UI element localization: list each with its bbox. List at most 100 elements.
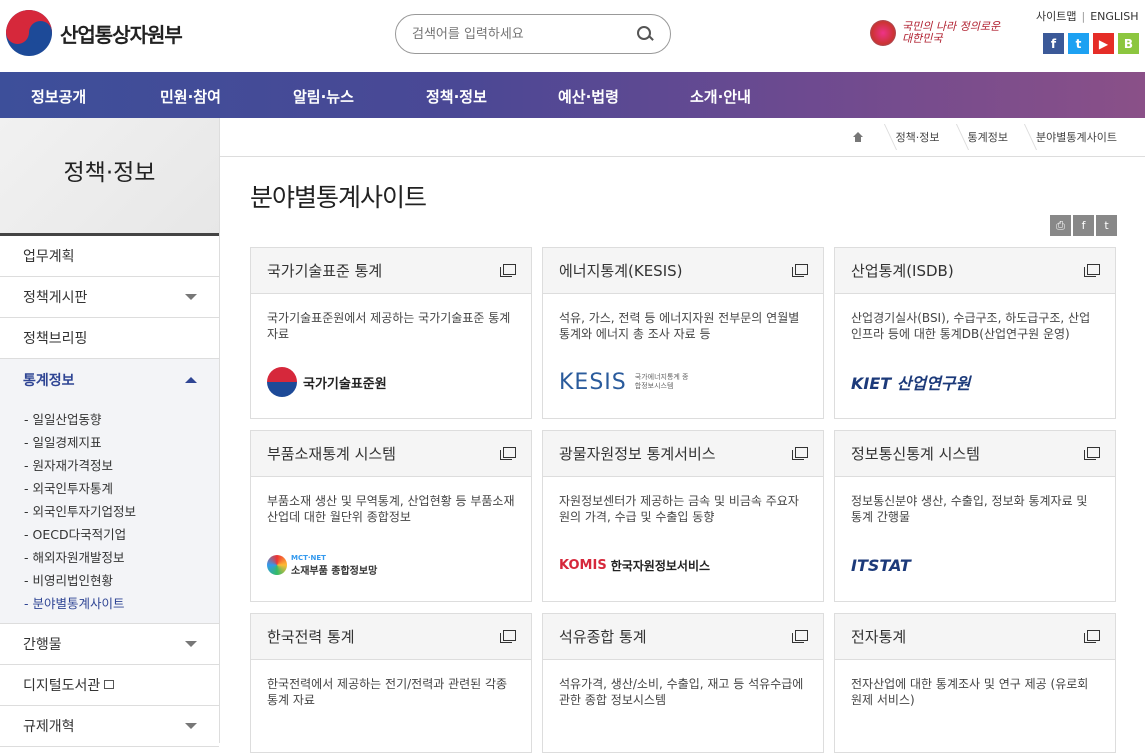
side-nav-label: 디지털도서관 — [23, 678, 101, 694]
logo-subtext: 국가에너지통계 종합정보시스템 — [634, 373, 689, 390]
search-icon[interactable] — [636, 25, 654, 43]
new-window-icon[interactable] — [500, 447, 516, 460]
new-window-icon[interactable] — [1084, 630, 1100, 643]
main-content: 정책·정보 통계정보 분야별통계사이트 분야별통계사이트 ⎙ f t 국가기술표… — [220, 118, 1145, 753]
card-title[interactable]: 국가기술표준 통계 — [267, 260, 382, 281]
card-logo: MCT·NET 소재부품 종합정보망 — [251, 535, 531, 595]
submenu-item[interactable]: - 원자재가격정보 — [0, 452, 219, 475]
side-nav-label: 업무계획 — [23, 249, 75, 265]
card-title[interactable]: 석유종합 통계 — [559, 626, 647, 647]
card-logo: KOMIS 한국자원정보서비스 — [543, 535, 823, 595]
card-logo: KESIS 국가에너지통계 종합정보시스템 — [543, 352, 823, 412]
english-link[interactable]: ENGLISH — [1090, 10, 1138, 23]
sitemap-link[interactable]: 사이트맵 — [1036, 10, 1076, 23]
submenu-item[interactable]: - 일일경제지표 — [0, 429, 219, 452]
side-nav-item-regulation-reform[interactable]: 규제개혁 — [0, 706, 219, 747]
sns-links: f t ▶ B — [1043, 33, 1139, 54]
logo-text: KESIS — [559, 369, 627, 395]
chevron-down-icon — [185, 723, 197, 729]
stat-card[interactable]: 에너지통계(KESIS) 석유, 가스, 전력 등 에너지자원 전부문의 연월별… — [542, 247, 824, 419]
logo-subtext: MCT·NET — [291, 553, 326, 562]
side-nav-item-publications[interactable]: 간행물 — [0, 624, 219, 665]
card-logo: 국가기술표준원 — [251, 352, 531, 412]
mctnet-logo-icon — [267, 555, 287, 575]
stat-card[interactable]: 석유종합 통계 석유가격, 생산/소비, 수출입, 재고 등 석유수급에 관한 … — [542, 613, 824, 753]
stat-card[interactable]: 국가기술표준 통계 국가기술표준원에서 제공하는 국가기술표준 통계자료 국가기… — [250, 247, 532, 419]
side-nav-item-statistics[interactable]: 통계정보 — [0, 359, 219, 400]
gnb-news[interactable]: 알림·뉴스 — [293, 86, 354, 107]
card-description: 석유, 가스, 전력 등 에너지자원 전부문의 연월별 통계와 에너지 총 조사… — [559, 311, 800, 341]
side-nav-label: 통계정보 — [23, 372, 75, 389]
submenu-item-current[interactable]: - 분야별통계사이트 — [0, 590, 219, 613]
side-nav-item-policy-briefing[interactable]: 정책브리핑 — [0, 318, 219, 359]
global-nav: 정보공개 민원·참여 알림·뉴스 정책·정보 예산·법령 소개·안내 — [0, 72, 1145, 118]
gnb-policy-info[interactable]: 정책·정보 — [426, 86, 487, 107]
submenu-item[interactable]: - 비영리법인현황 — [0, 567, 219, 590]
new-window-icon[interactable] — [1084, 447, 1100, 460]
side-nav-label: 규제개혁 — [23, 719, 75, 735]
stat-card[interactable]: 전자통계 전자산업에 대한 통계조사 및 연구 제공 (유로회원제 서비스) — [834, 613, 1116, 753]
gnb-info-disclosure[interactable]: 정보공개 — [31, 86, 86, 107]
card-title[interactable]: 에너지통계(KESIS) — [559, 260, 683, 281]
side-nav-item-digital-library[interactable]: 디지털도서관 — [0, 665, 219, 706]
stat-card[interactable]: 정보통신통계 시스템 정보통신분야 생산, 수출입, 정보화 통계자료 및 통계… — [834, 430, 1116, 602]
card-description: 부품소재 생산 및 무역통계, 산업현황 등 부품소재 산업데 대한 월단위 종… — [267, 494, 515, 524]
logo-subtext: 한국자원정보서비스 — [610, 558, 711, 573]
gnb-about[interactable]: 소개·안내 — [690, 86, 751, 107]
new-window-icon[interactable] — [500, 630, 516, 643]
card-title[interactable]: 산업통계(ISDB) — [851, 260, 954, 281]
taegeuk-logo-icon — [6, 10, 52, 56]
print-icon[interactable]: ⎙ — [1050, 215, 1071, 236]
logo-text: KIET 산업연구원 — [851, 374, 971, 393]
breadcrumb-item-current: 분야별통계사이트 — [1018, 118, 1127, 157]
card-description: 자원정보센터가 제공하는 금속 및 비금속 주요자원의 가격, 수급 및 수출입… — [559, 494, 799, 524]
new-window-icon — [104, 679, 115, 689]
card-title[interactable]: 정보통신통계 시스템 — [851, 443, 980, 464]
card-description: 정보통신분야 생산, 수출입, 정보화 통계자료 및 통계 간행물 — [851, 494, 1088, 524]
card-title[interactable]: 한국전력 통계 — [267, 626, 355, 647]
facebook-share-icon[interactable]: f — [1073, 215, 1094, 236]
chevron-up-icon — [185, 376, 197, 383]
gnb-civil-participation[interactable]: 민원·참여 — [160, 86, 221, 107]
card-title[interactable]: 전자통계 — [851, 626, 906, 647]
card-logo: ITSTAT — [835, 535, 1115, 595]
ministry-logo[interactable]: 산업통상자원부 — [6, 10, 183, 56]
card-description: 전자산업에 대한 통계조사 및 연구 제공 (유로회원제 서비스) — [851, 677, 1089, 707]
stat-card[interactable]: 부품소재통계 시스템 부품소재 생산 및 무역통계, 산업현황 등 부품소재 산… — [250, 430, 532, 602]
side-nav-title: 정책·정보 — [0, 118, 219, 236]
stat-card[interactable]: 광물자원정보 통계서비스 자원정보센터가 제공하는 금속 및 비금속 주요자원의… — [542, 430, 824, 602]
blog-icon[interactable]: B — [1118, 33, 1139, 54]
logo-text: ITSTAT — [851, 555, 911, 575]
submenu-item[interactable]: - OECD다국적기업 — [0, 521, 219, 544]
submenu-item[interactable]: - 일일산업동향 — [0, 406, 219, 429]
submenu-item[interactable]: - 외국인투자기업정보 — [0, 498, 219, 521]
card-description: 국가기술표준원에서 제공하는 국가기술표준 통계자료 — [267, 311, 511, 341]
facebook-icon[interactable]: f — [1043, 33, 1064, 54]
home-icon[interactable] — [852, 131, 864, 143]
card-title[interactable]: 광물자원정보 통계서비스 — [559, 443, 716, 464]
new-window-icon[interactable] — [792, 447, 808, 460]
new-window-icon[interactable] — [1084, 264, 1100, 277]
new-window-icon[interactable] — [792, 264, 808, 277]
search-box — [395, 14, 671, 54]
chevron-down-icon — [185, 294, 197, 300]
twitter-icon[interactable]: t — [1068, 33, 1089, 54]
logo-text: KOMIS — [559, 557, 607, 573]
stat-card[interactable]: 한국전력 통계 한국전력에서 제공하는 전기/전력과 관련된 각종 통계 자료 — [250, 613, 532, 753]
new-window-icon[interactable] — [500, 264, 516, 277]
side-nav-label: 정책게시판 — [23, 290, 88, 306]
share-tools: ⎙ f t — [1050, 215, 1117, 236]
breadcrumb-item[interactable]: 정책·정보 — [878, 118, 950, 157]
submenu-item[interactable]: - 외국인투자통계 — [0, 475, 219, 498]
gnb-budget-law[interactable]: 예산·법령 — [558, 86, 619, 107]
side-nav-item-work-plan[interactable]: 업무계획 — [0, 236, 219, 277]
side-nav-item-policy-board[interactable]: 정책게시판 — [0, 277, 219, 318]
search-input[interactable] — [412, 26, 636, 42]
submenu-item[interactable]: - 해외자원개발정보 — [0, 544, 219, 567]
stat-card[interactable]: 산업통계(ISDB) 산업경기실사(BSI), 수급구조, 하도급구조, 산업인… — [834, 247, 1116, 419]
twitter-share-icon[interactable]: t — [1096, 215, 1117, 236]
new-window-icon[interactable] — [792, 630, 808, 643]
breadcrumb-item[interactable]: 통계정보 — [950, 118, 1018, 157]
card-title[interactable]: 부품소재통계 시스템 — [267, 443, 396, 464]
youtube-icon[interactable]: ▶ — [1093, 33, 1114, 54]
